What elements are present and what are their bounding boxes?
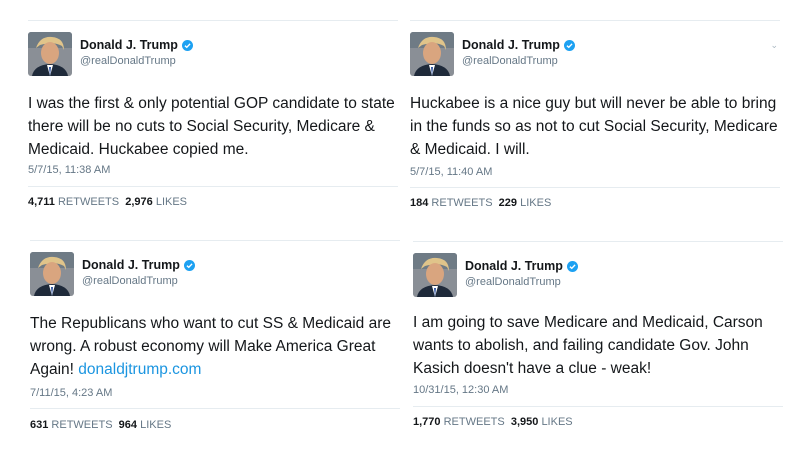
like-label: LIKES xyxy=(155,196,188,208)
author-handle[interactable]: @realDonaldTrump xyxy=(82,275,178,287)
like-count[interactable]: 3,950 xyxy=(511,416,539,428)
retweet-label: RETWEETS xyxy=(51,419,113,431)
author-name-text: Donald J. Trump xyxy=(82,258,180,272)
divider xyxy=(30,240,400,241)
tweet-stats: 1,770 RETWEETS 3,950 LIKES xyxy=(413,416,573,428)
avatar[interactable] xyxy=(413,253,457,297)
retweet-label: RETWEETS xyxy=(443,416,505,428)
tweet-stats: 631 RETWEETS 964 LIKES xyxy=(30,419,171,431)
tweet-text: The Republicans who want to cut SS & Med… xyxy=(30,312,398,381)
tweet-text: I was the first & only potential GOP can… xyxy=(28,95,395,158)
like-label: LIKES xyxy=(140,419,172,431)
like-count[interactable]: 2,976 xyxy=(125,196,153,208)
retweet-count[interactable]: 4,711 xyxy=(28,196,55,208)
author-name-text: Donald J. Trump xyxy=(465,259,563,273)
tweet-card: Donald J. Trump @realDonaldTrump The Rep… xyxy=(30,220,400,445)
author-name[interactable]: Donald J. Trump xyxy=(465,259,578,275)
retweet-count[interactable]: 184 xyxy=(410,197,428,209)
tweet-card: Donald J. Trump @realDonaldTrump I was t… xyxy=(28,0,398,225)
author-name-text: Donald J. Trump xyxy=(80,38,178,52)
retweet-label: RETWEETS xyxy=(431,197,493,209)
tweet-text: Huckabee is a nice guy but will never be… xyxy=(410,95,778,158)
avatar[interactable] xyxy=(28,32,72,76)
divider xyxy=(28,186,398,187)
tweet-card: Donald J. Trump @realDonaldTrump ⌄ Hucka… xyxy=(410,0,780,225)
tweet-timestamp[interactable]: 5/7/15, 11:40 AM xyxy=(410,166,492,178)
divider xyxy=(413,241,783,242)
tweet-timestamp[interactable]: 10/31/15, 12:30 AM xyxy=(413,384,508,396)
like-count[interactable]: 229 xyxy=(499,197,517,209)
divider xyxy=(410,20,780,21)
divider xyxy=(410,187,780,188)
verified-badge-icon xyxy=(181,40,193,54)
verified-badge-icon xyxy=(566,261,578,275)
like-count[interactable]: 964 xyxy=(119,419,137,431)
divider xyxy=(413,406,783,407)
chevron-down-icon[interactable]: ⌄ xyxy=(770,40,778,51)
author-handle[interactable]: @realDonaldTrump xyxy=(80,55,176,67)
author-name[interactable]: Donald J. Trump xyxy=(80,38,193,54)
tweet-stats: 184 RETWEETS 229 LIKES xyxy=(410,197,551,209)
tweet-timestamp[interactable]: 7/11/15, 4:23 AM xyxy=(30,387,112,399)
retweet-count[interactable]: 1,770 xyxy=(413,416,441,428)
author-handle[interactable]: @realDonaldTrump xyxy=(462,55,558,67)
retweet-count[interactable]: 631 xyxy=(30,419,48,431)
tweet-text: I am going to save Medicare and Medicaid… xyxy=(413,314,763,377)
like-label: LIKES xyxy=(541,416,573,428)
tweet-link[interactable]: donaldjtrump.com xyxy=(78,361,201,378)
like-label: LIKES xyxy=(520,197,552,209)
retweet-label: RETWEETS xyxy=(57,196,120,208)
tweet-card: Donald J. Trump @realDonaldTrump I am go… xyxy=(413,221,783,446)
divider xyxy=(30,408,400,409)
divider xyxy=(28,20,398,21)
avatar[interactable] xyxy=(30,252,74,296)
author-name[interactable]: Donald J. Trump xyxy=(82,258,195,274)
author-handle[interactable]: @realDonaldTrump xyxy=(465,276,561,288)
avatar[interactable] xyxy=(410,32,454,76)
tweet-stats: 4,711 RETWEETS 2,976 LIKES xyxy=(28,196,187,208)
author-name-text: Donald J. Trump xyxy=(462,38,560,52)
verified-badge-icon xyxy=(563,40,575,54)
author-name[interactable]: Donald J. Trump xyxy=(462,38,575,54)
tweet-timestamp[interactable]: 5/7/15, 11:38 AM xyxy=(28,164,110,176)
verified-badge-icon xyxy=(183,260,195,274)
